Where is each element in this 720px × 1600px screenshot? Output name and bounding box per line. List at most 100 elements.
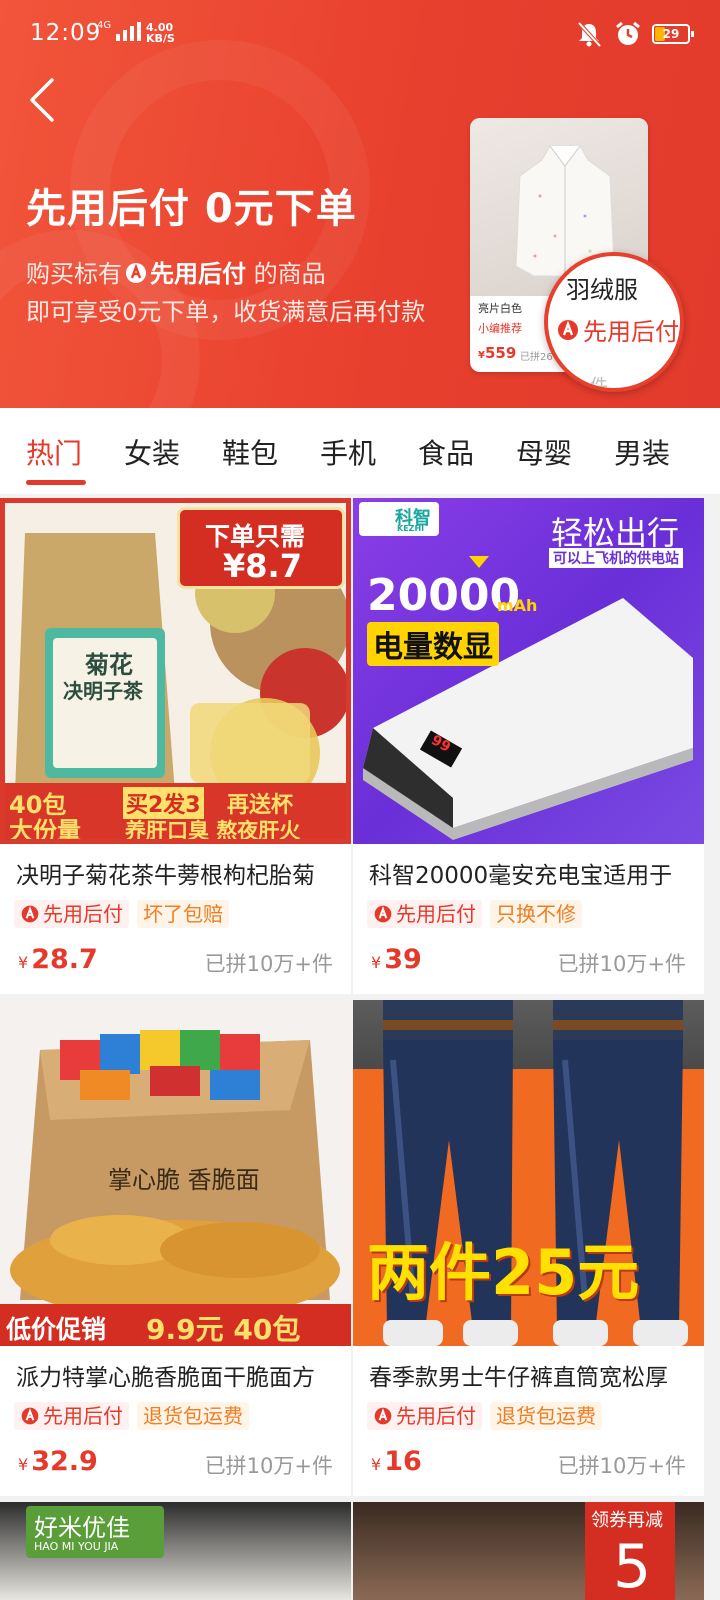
sold-count: 已拼10万+件: [204, 1454, 333, 1478]
status-bar: 12:09 4G 4.00 KB/S 29: [0, 0, 720, 72]
speed-unit: KB/S: [146, 32, 175, 45]
powerbank-unit: mAh: [497, 596, 538, 615]
product-image[interactable]: 掌心脆 香脆面 低价促销 9.9元 40包: [0, 1000, 351, 1346]
status-time: 12:09: [30, 20, 102, 46]
currency-symbol: ¥: [18, 1455, 29, 1474]
pay-later-tag: 先用后付: [14, 900, 129, 928]
hero-header: 12:09 4G 4.00 KB/S 29 先用后付 0元下单 购买标有 先用后…: [0, 0, 720, 416]
powerbank-feature: 电量数显: [367, 622, 499, 666]
pay-later-icon: [126, 263, 146, 283]
magnifier-callout: 羽绒服 先用后付 件: [544, 252, 684, 392]
service-tag: 只换不修: [490, 900, 582, 928]
hero-description: 购买标有 先用后付 的商品: [26, 254, 326, 289]
rice-brand: 好米优佳: [34, 1514, 130, 1542]
pay-later-tag: 先用后付: [367, 900, 482, 928]
powerbank-subline: 可以上飞机的供电站: [549, 548, 683, 568]
service-tag: 退货包运费: [490, 1402, 602, 1430]
network-speed: 4.00 KB/S: [146, 22, 175, 44]
page: 12:09 4G 4.00 KB/S 29 先用后付 0元下单 购买标有 先用后…: [0, 0, 720, 1600]
signal-icon: 4G: [97, 21, 142, 41]
product-tags: 先用后付 只换不修: [367, 900, 582, 928]
back-arrow-icon[interactable]: [18, 74, 68, 124]
promo-price: ¥559: [478, 344, 517, 362]
product-image[interactable]: 科智 KEZHI 轻松出行 可以上飞机的供电站 20000 mAh 电量数显 9…: [353, 498, 704, 844]
coupon-badge: 领券再减: [591, 1510, 663, 1531]
product-card[interactable]: 两件25元 春季款男士牛仔裤直筒宽松厚 先用后付 退货包运费 ¥16 已拼10万…: [353, 1000, 704, 1496]
service-tag: 坏了包赔: [137, 900, 229, 928]
pay-later-icon: [374, 905, 392, 923]
tea-bottom-slogan: 养肝口臭 熬夜肝火: [125, 819, 301, 843]
pay-later-icon: [374, 1407, 392, 1425]
product-image[interactable]: 好米优佳 HAO MI YOU JIA: [0, 1502, 351, 1600]
product-name: 科智20000毫安充电宝适用于: [369, 863, 673, 889]
product-card[interactable]: 科智 KEZHI 轻松出行 可以上飞机的供电站 20000 mAh 电量数显 9…: [353, 498, 704, 994]
hero-description-line2: 即可享受0元下单，收货满意后再付款: [26, 298, 426, 326]
pay-later-label: 先用后付: [43, 1404, 123, 1428]
product-card[interactable]: 掌心脆 香脆面 低价促销 9.9元 40包 派力特掌心脆香脆面干脆面方 先用后付…: [0, 1000, 351, 1496]
product-name: 决明子菊花茶牛蒡根枸杞胎菊: [16, 863, 315, 889]
snack-box-text: 掌心脆 香脆面: [108, 1166, 260, 1194]
tab-baby[interactable]: 母婴: [516, 432, 572, 472]
pay-later-icon: [558, 319, 578, 340]
product-card[interactable]: 领券再减 5: [353, 1502, 704, 1600]
desc-suffix: 的商品: [253, 260, 326, 288]
price-value: 16: [384, 1446, 422, 1477]
pay-later-label: 先用后付: [43, 902, 123, 926]
magnifier-sub: 件: [590, 376, 608, 392]
tab-men[interactable]: 男装: [614, 432, 670, 472]
category-tabs: 热门 女装 鞋包 手机 食品 母婴 男装: [0, 408, 720, 494]
product-price: ¥32.9: [18, 1446, 98, 1477]
currency-symbol: ¥: [371, 953, 382, 972]
product-image[interactable]: 下单只需 ¥8.7 菊花 决明子茶 40包 大份量 买2发3 再送杯 养肝口臭 …: [0, 498, 351, 844]
promo-line2: 小编推荐: [478, 322, 522, 335]
rice-brand-en: HAO MI YOU JIA: [34, 1540, 119, 1553]
tab-shoes-bags[interactable]: 鞋包: [222, 432, 278, 472]
coupon-number: 5: [613, 1532, 652, 1600]
promo-line1: 亮片白色: [478, 302, 522, 315]
status-icons: 29: [574, 20, 694, 48]
sold-count: 已拼10万+件: [204, 952, 333, 976]
tea-pack-title2: 决明子茶: [63, 679, 143, 703]
price-value: 32.9: [31, 1446, 98, 1477]
product-image[interactable]: 领券再减 5: [353, 1502, 704, 1600]
price-value: 28.7: [31, 944, 98, 975]
desc-prefix: 购买标有: [26, 260, 122, 288]
currency-symbol: ¥: [371, 1455, 382, 1474]
magnifier-pay-tag: 先用后付: [556, 312, 679, 347]
pay-later-tag: 先用后付: [367, 1402, 482, 1430]
product-card[interactable]: 好米优佳 HAO MI YOU JIA: [0, 1502, 351, 1600]
magnifier-name: 羽绒服: [566, 276, 638, 304]
page-title: 先用后付 0元下单: [26, 186, 357, 232]
sold-count: 已拼10万+件: [557, 952, 686, 976]
snack-banner-left: 低价促销: [6, 1315, 107, 1344]
tea-bottom-left2: 大份量: [9, 817, 81, 844]
tea-banner-price: ¥8.7: [223, 547, 302, 585]
product-price: ¥28.7: [18, 944, 98, 975]
tab-hot[interactable]: 热门: [26, 432, 82, 472]
sold-count: 已拼10万+件: [557, 1454, 686, 1478]
alarm-icon: [616, 21, 640, 45]
product-price: ¥39: [371, 944, 422, 975]
service-tag: 退货包运费: [137, 1402, 249, 1430]
magnifier-badge-label: 先用后付: [583, 318, 679, 346]
tab-phones[interactable]: 手机: [320, 432, 376, 472]
promo-price-value: 559: [484, 344, 517, 362]
product-name: 派力特掌心脆香脆面干脆面方: [16, 1365, 315, 1391]
pay-later-label: 先用后付: [396, 902, 476, 926]
currency-symbol: ¥: [18, 953, 29, 972]
product-tags: 先用后付 退货包运费: [14, 1402, 249, 1430]
product-image[interactable]: 两件25元: [353, 1000, 704, 1346]
tab-active-indicator: [26, 480, 86, 485]
product-tags: 先用后付 坏了包赔: [14, 900, 229, 928]
tab-food[interactable]: 食品: [418, 432, 474, 472]
price-value: 39: [384, 944, 422, 975]
pay-later-icon: [21, 905, 39, 923]
product-card[interactable]: 下单只需 ¥8.7 菊花 决明子茶 40包 大份量 买2发3 再送杯 养肝口臭 …: [0, 498, 351, 994]
product-tags: 先用后付 退货包运费: [367, 1402, 602, 1430]
snack-banner-right: 9.9元 40包: [146, 1313, 301, 1346]
battery-icon: 29: [652, 24, 694, 44]
battery-level: 29: [662, 27, 680, 41]
tab-women[interactable]: 女装: [124, 432, 180, 472]
pay-later-icon: [21, 1407, 39, 1425]
product-name: 春季款男士牛仔裤直筒宽松厚: [369, 1365, 668, 1391]
